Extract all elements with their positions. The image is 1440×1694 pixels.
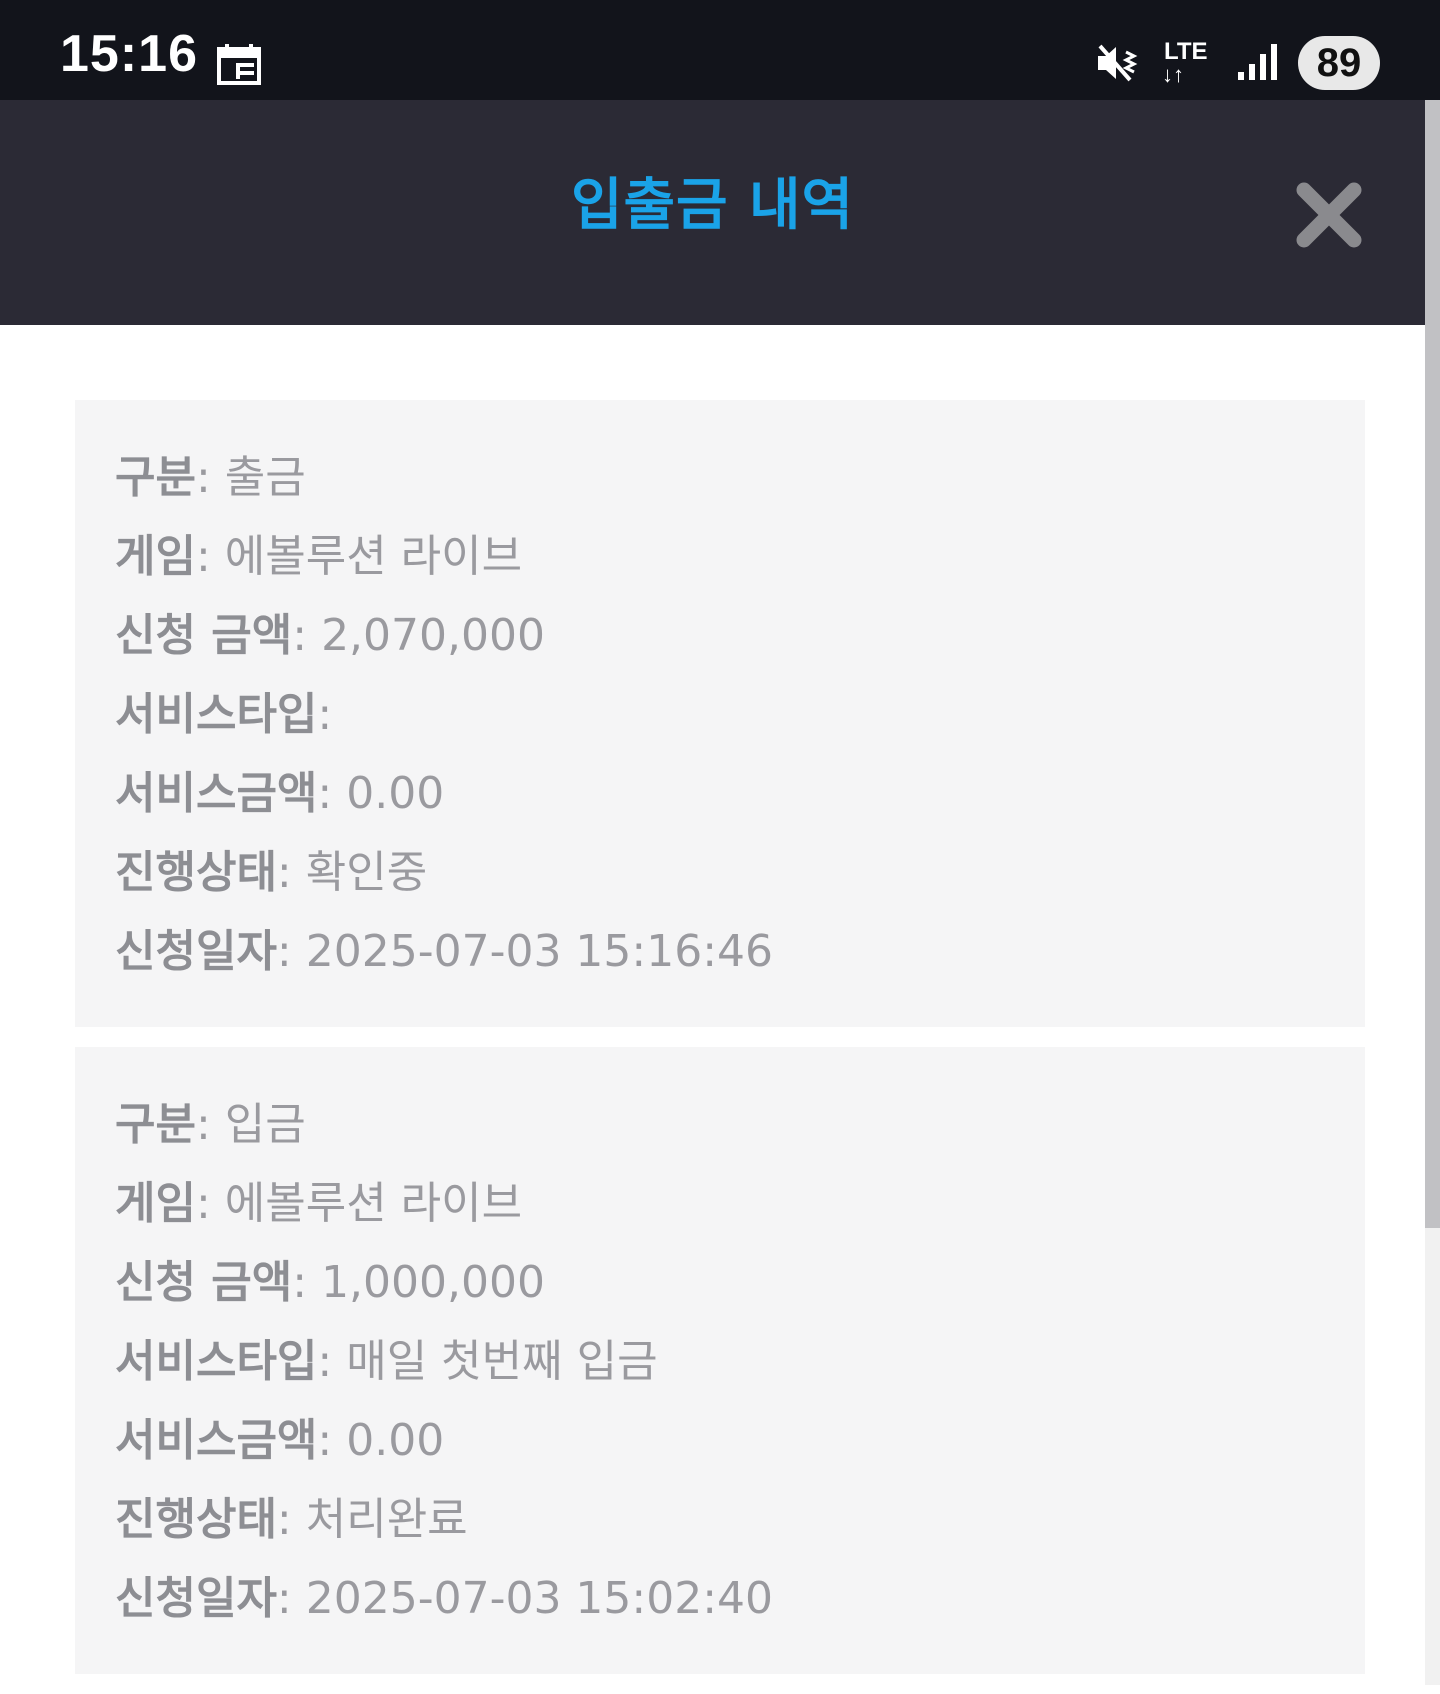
separator: : [276,1494,306,1545]
amount-row: 신청 금액: 1,000,000 [115,1243,1325,1322]
close-icon[interactable] [1294,180,1364,250]
date-value: 2025-07-03 15:16:46 [305,926,774,977]
lte-label: LTE [1164,38,1208,65]
separator: : [317,1336,347,1387]
service-amount-value: 0.00 [346,1415,445,1466]
service-amount-value: 0.00 [346,768,445,819]
separator: : [276,1573,306,1624]
game-value: 에볼루션 라이브 [224,1178,523,1229]
type-label: 구분 [115,452,196,503]
game-row: 게임: 에볼루션 라이브 [115,1164,1325,1243]
amount-label: 신청 금액 [115,1257,293,1308]
modal-header: 입출금 내역 [0,100,1425,325]
type-label: 구분 [115,1099,196,1150]
status-row: 진행상태: 확인중 [115,833,1325,912]
status-row: 진행상태: 처리완료 [115,1480,1325,1559]
amount-row: 신청 금액: 2,070,000 [115,596,1325,675]
page-title: 입출금 내역 [570,173,855,238]
battery-indicator: 89 [1298,36,1380,90]
service-amount-label: 서비스금액 [115,768,318,819]
separator: : [317,1415,347,1466]
status-value: 확인중 [305,847,428,898]
transaction-card: 구분: 출금 게임: 에볼루션 라이브 신청 금액: 2,070,000 서비스… [75,400,1365,1027]
separator: : [195,452,225,503]
service-amount-row: 서비스금액: 0.00 [115,754,1325,833]
game-row: 게임: 에볼루션 라이브 [115,517,1325,596]
amount-value: 1,000,000 [321,1257,545,1308]
separator: : [276,847,306,898]
status-label: 진행상태 [115,1494,277,1545]
separator: : [317,768,347,819]
lte-icon: LTE ↓↑ [1158,36,1210,88]
service-type-row: 서비스타입: [115,675,1325,754]
separator: : [292,1257,322,1308]
type-row: 구분: 출금 [115,438,1325,517]
service-amount-row: 서비스금액: 0.00 [115,1401,1325,1480]
date-value: 2025-07-03 15:02:40 [305,1573,774,1624]
status-time: 15:16 [60,25,198,83]
calendar-icon [217,44,261,85]
amount-label: 신청 금액 [115,610,293,661]
game-label: 게임 [115,1178,196,1229]
status-label: 진행상태 [115,847,277,898]
service-type-label: 서비스타입 [115,689,318,740]
service-type-value: 매일 첫번째 입금 [346,1336,658,1387]
separator: : [195,531,225,582]
data-arrows: ↓↑ [1162,62,1184,87]
separator: : [195,1099,225,1150]
date-row: 신청일자: 2025-07-03 15:02:40 [115,1559,1325,1638]
vibrate-mute-icon [1098,44,1138,82]
separator: : [195,1178,225,1229]
separator: : [317,689,333,740]
type-row: 구분: 입금 [115,1085,1325,1164]
service-type-label: 서비스타입 [115,1336,318,1387]
signal-icon [1238,44,1277,80]
game-label: 게임 [115,531,196,582]
transaction-card: 구분: 입금 게임: 에볼루션 라이브 신청 금액: 1,000,000 서비스… [75,1047,1365,1674]
date-label: 신청일자 [115,1573,277,1624]
separator: : [292,610,322,661]
service-type-row: 서비스타입: 매일 첫번째 입금 [115,1322,1325,1401]
amount-value: 2,070,000 [321,610,545,661]
service-amount-label: 서비스금액 [115,1415,318,1466]
date-row: 신청일자: 2025-07-03 15:16:46 [115,912,1325,991]
game-value: 에볼루션 라이브 [224,531,523,582]
scrollbar-thumb[interactable] [1425,100,1440,1228]
type-value: 입금 [224,1099,306,1150]
transaction-list: 구분: 출금 게임: 에볼루션 라이브 신청 금액: 2,070,000 서비스… [75,400,1365,1694]
date-label: 신청일자 [115,926,277,977]
type-value: 출금 [224,452,306,503]
status-bar: 15:16 LTE ↓↑ 89 [0,0,1440,100]
separator: : [276,926,306,977]
status-value: 처리완료 [305,1494,468,1545]
